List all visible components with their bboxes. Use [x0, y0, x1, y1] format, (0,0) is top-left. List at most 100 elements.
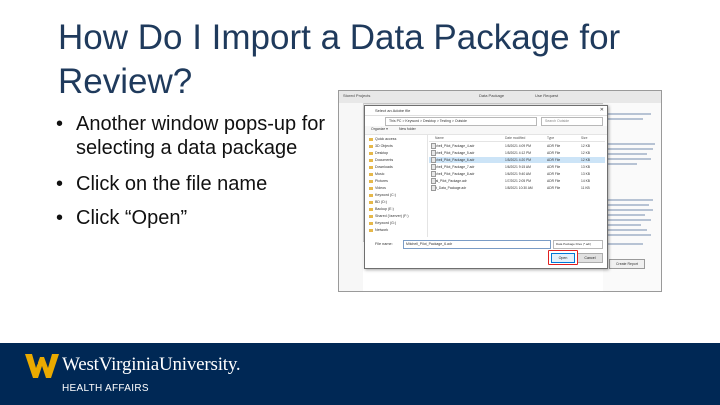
open-highlight-box — [548, 250, 578, 265]
file-name-text: Mitchell_Pilot_Package_4.adr — [431, 144, 475, 148]
file-name-text: Mitchell_Pilot_Package_7.adr — [431, 165, 475, 169]
file-type: ADR File — [547, 165, 561, 169]
filetype-select[interactable]: Data Package Files (*.adr) — [553, 240, 603, 249]
file-size: 11 KB — [581, 186, 590, 190]
file-icon — [431, 185, 436, 191]
app-left-panel — [339, 103, 364, 291]
close-icon[interactable]: ✕ — [600, 107, 604, 113]
nav-item[interactable]: Backup (E:) — [369, 207, 394, 211]
search-input[interactable]: Search Outside — [541, 117, 603, 126]
nav-item[interactable]: Music — [369, 172, 384, 176]
text-line — [607, 243, 643, 245]
selected-file-row[interactable]: Mitchell_Pilot_Package_6.adr 1/5/2021 4:2… — [429, 157, 605, 163]
folder-icon — [369, 179, 373, 183]
nav-item[interactable]: Documents — [369, 158, 393, 162]
nav-item[interactable]: Videos — [369, 186, 386, 190]
folder-icon — [369, 158, 373, 162]
file-open-dialog: Select an Adobe file ✕ This PC > Keyword… — [364, 105, 608, 269]
folder-icon — [369, 137, 373, 141]
file-icon — [431, 178, 436, 184]
cancel-button[interactable]: Cancel — [577, 253, 603, 263]
drive-icon — [369, 193, 373, 197]
nav-item[interactable]: BD (D:) — [369, 200, 387, 204]
file-size: 12 KB — [581, 158, 590, 162]
nav-item[interactable]: 3D Objects — [369, 144, 393, 148]
nav-item[interactable]: Keyword (C:) — [369, 193, 396, 197]
nav-item[interactable]: Network — [369, 228, 388, 232]
file-row[interactable]: Mitchell_Pilot_Package_4.adr 1/5/2021 4:0… — [429, 143, 605, 149]
nav-item[interactable]: Keyword (G:) — [369, 221, 396, 225]
column-header[interactable]: Name — [435, 136, 444, 140]
bullet-item: Click on the file name — [56, 172, 356, 196]
app-tab[interactable]: Use Request — [535, 93, 558, 101]
address-bar[interactable]: This PC > Keyword > Desktop > Testing > … — [385, 117, 537, 126]
text-line — [607, 148, 653, 150]
drive-icon — [369, 200, 373, 204]
new-folder-button[interactable]: New folder — [399, 127, 416, 131]
file-name: Test_Data_Package.adr — [431, 185, 466, 191]
file-date: 1/6/2021 9:40 AM — [505, 172, 531, 176]
folder-icon — [369, 172, 373, 176]
file-icon — [431, 157, 436, 163]
file-size: 12 KB — [581, 144, 590, 148]
app-tab[interactable]: Data Package — [479, 93, 504, 101]
filename-label: File name: — [375, 242, 393, 246]
file-date: 1/5/2021 4:12 PM — [505, 151, 532, 155]
text-line — [607, 163, 637, 165]
file-row[interactable]: Mitchell_Pilot_Package_8.adr 1/6/2021 9:4… — [429, 171, 605, 177]
file-icon — [431, 150, 436, 156]
text-line — [607, 224, 641, 226]
drive-icon — [369, 207, 373, 211]
folder-icon — [369, 165, 373, 169]
file-size: 13 KB — [581, 165, 590, 169]
file-name-text: Final_Pilot_Package.adr — [431, 179, 467, 183]
file-name: Mitchell_Pilot_Package_7.adr — [431, 164, 474, 170]
file-type: ADR File — [547, 179, 561, 183]
file-row[interactable]: Test_Data_Package.adr 1/8/2021 10:30 AM AD… — [429, 185, 605, 191]
file-size: 13 KB — [581, 172, 590, 176]
text-line — [607, 209, 653, 211]
organize-button[interactable]: Organize ▾ — [371, 127, 388, 131]
file-row[interactable]: Mitchell_Pilot_Package_7.adr 1/6/2021 9:1… — [429, 164, 605, 170]
text-line — [607, 234, 651, 236]
nav-item[interactable]: Quick access — [369, 137, 396, 141]
file-name: Mitchell_Pilot_Package_6.adr — [431, 157, 474, 163]
file-type: ADR File — [547, 151, 561, 155]
file-name: Mitchell_Pilot_Package_4.adr — [431, 143, 474, 149]
text-line — [607, 204, 649, 206]
health-affairs-label: HEALTH AFFAIRS — [62, 383, 149, 394]
file-type: ADR File — [547, 158, 561, 162]
file-name-text: Test_Data_Package.adr — [431, 186, 467, 190]
file-icon — [431, 143, 436, 149]
embedded-screenshot: Stored Projects Data Package Use Request… — [338, 90, 662, 292]
create-report-button[interactable]: Create Report — [609, 259, 645, 269]
file-name: Mitchell_Pilot_Package_5.adr — [431, 150, 474, 156]
file-icon — [431, 171, 436, 177]
footer-bar: WestVirginiaUniversity. HEALTH AFFAIRS — [0, 343, 720, 405]
text-line — [607, 143, 655, 145]
file-row[interactable]: Final_Pilot_Package.adr 1/7/2021 2:05 PM A… — [429, 178, 605, 184]
file-row[interactable]: Mitchell_Pilot_Package_5.adr 1/5/2021 4:1… — [429, 150, 605, 156]
file-type: ADR File — [547, 144, 561, 148]
folder-icon — [369, 144, 373, 148]
column-header[interactable]: Size — [581, 136, 587, 140]
nav-item[interactable]: Downloads — [369, 165, 393, 169]
file-name: Mitchell_Pilot_Package_8.adr — [431, 171, 474, 177]
network-icon — [369, 228, 373, 232]
file-name-text: Mitchell_Pilot_Package_8.adr — [431, 172, 475, 176]
app-tab[interactable]: Stored Projects — [343, 93, 370, 101]
text-line — [607, 158, 651, 160]
nav-item[interactable]: Desktop — [369, 151, 388, 155]
column-header[interactable]: Type — [547, 136, 554, 140]
bullet-item: Click “Open” — [56, 206, 356, 230]
file-name-text: Mitchell_Pilot_Package_6.adr — [431, 158, 475, 162]
nav-item[interactable]: Pictures — [369, 179, 388, 183]
text-line — [607, 113, 651, 115]
dialog-title: Select an Adobe file — [365, 106, 607, 116]
nav-item[interactable]: Shared (\\server) (F:) — [369, 214, 409, 218]
wv-logo-icon — [25, 354, 59, 378]
filename-field[interactable]: Mitchell_Pilot_Package_6.adr — [403, 240, 551, 249]
file-date: 1/5/2021 4:20 PM — [505, 158, 532, 162]
file-date: 1/5/2021 4:09 PM — [505, 144, 532, 148]
column-header[interactable]: Date modified — [505, 136, 525, 140]
